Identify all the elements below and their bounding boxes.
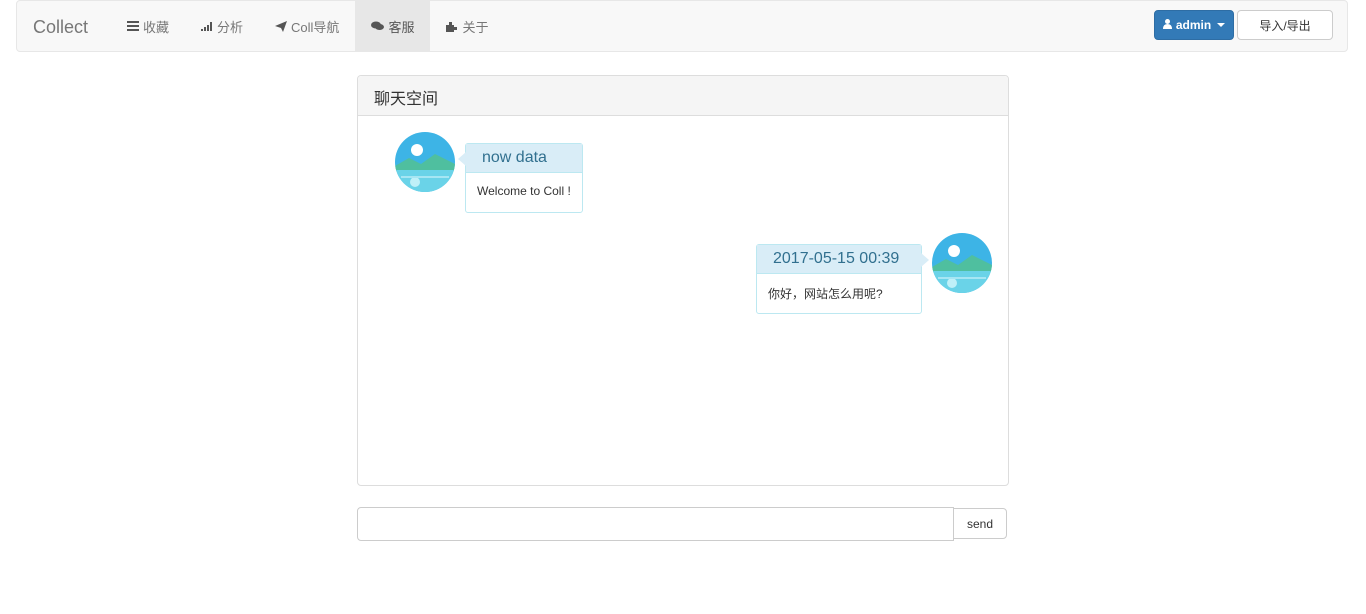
user-menu-label: admin xyxy=(1175,18,1212,32)
bubble-pointer xyxy=(458,152,466,166)
main-nav: 收藏 分析 Coll导航 客服 关于 xyxy=(111,1,504,51)
chat-panel: 聊天空间 now data Welcome to Coll ! 2017-05-… xyxy=(357,75,1009,486)
brand-logo[interactable]: Collect xyxy=(33,17,88,38)
nav-item-about[interactable]: 关于 xyxy=(430,1,504,51)
chat-panel-title: 聊天空间 xyxy=(358,76,1008,116)
message-text: 你好，网站怎么用呢? xyxy=(768,287,883,301)
nav-item-favorites[interactable]: 收藏 xyxy=(111,1,185,51)
send-icon xyxy=(275,20,288,32)
user-icon xyxy=(1162,18,1172,32)
bot-avatar xyxy=(395,132,455,192)
nav-item-analysis[interactable]: 分析 xyxy=(185,1,259,51)
message-header: now data xyxy=(466,144,582,173)
nav-item-label: 客服 xyxy=(388,19,415,35)
comment-icon xyxy=(371,21,385,31)
message-header: 2017-05-15 00:39 xyxy=(757,245,921,274)
nav-item-support[interactable]: 客服 xyxy=(355,1,431,51)
nav-item-label: 分析 xyxy=(217,19,244,35)
signal-icon xyxy=(201,21,213,31)
chat-message-incoming: now data Welcome to Coll ! xyxy=(458,143,583,213)
message-text: Welcome to Coll ! xyxy=(477,184,571,198)
top-navbar: Collect 收藏 分析 Coll导航 客服 关于 admin 导入/导出 xyxy=(16,0,1348,52)
list-icon xyxy=(127,21,139,31)
user-menu-button[interactable]: admin xyxy=(1154,10,1234,40)
puzzle-icon xyxy=(446,21,458,32)
import-export-button[interactable]: 导入/导出 xyxy=(1237,10,1333,40)
chat-message-outgoing: 2017-05-15 00:39 你好，网站怎么用呢? xyxy=(756,244,929,314)
user-avatar xyxy=(932,233,992,293)
caret-down-icon xyxy=(1217,23,1226,27)
nav-item-label: 收藏 xyxy=(143,19,170,35)
send-button[interactable]: send xyxy=(953,508,1007,539)
nav-item-label: Coll导航 xyxy=(291,19,340,35)
nav-item-label: 关于 xyxy=(462,19,489,35)
bubble-pointer xyxy=(921,253,929,267)
nav-item-coll-nav[interactable]: Coll导航 xyxy=(259,1,355,51)
message-input[interactable] xyxy=(357,507,954,541)
